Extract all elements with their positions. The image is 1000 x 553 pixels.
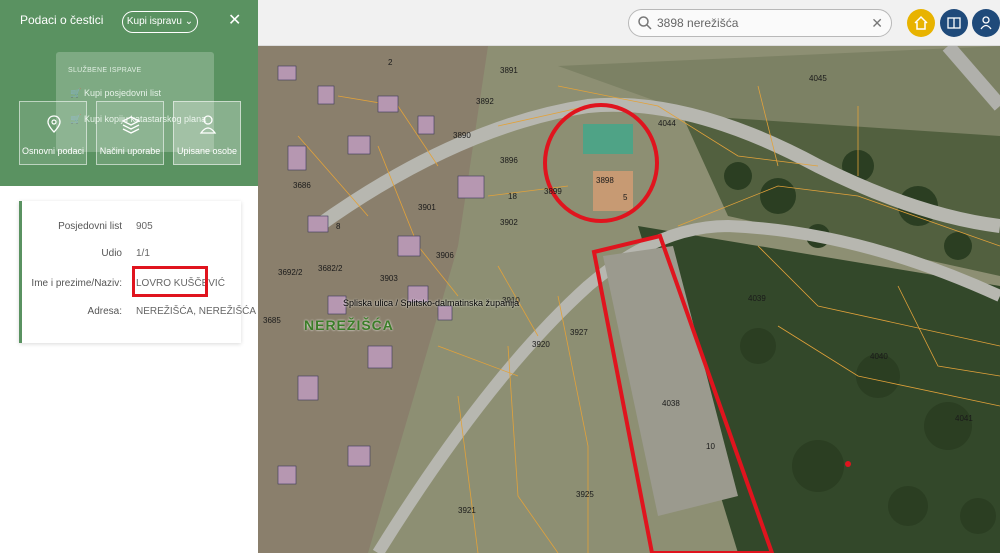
info-key: Ime i prezime/Naziv:: [31, 278, 122, 289]
plot-label[interactable]: 3901: [418, 203, 436, 212]
plot-label[interactable]: 3899: [544, 187, 562, 196]
person-icon: [199, 115, 217, 134]
owner-name-highlight: [132, 266, 208, 297]
plot-label[interactable]: 4039: [748, 294, 766, 303]
cart-icon: 🛒: [70, 88, 82, 98]
plot-label[interactable]: 3686: [293, 181, 311, 190]
book-button[interactable]: [940, 9, 968, 37]
plot-label[interactable]: 3692/2: [278, 268, 302, 277]
book-icon: [947, 17, 961, 29]
info-value: 905: [136, 221, 153, 232]
search-bar[interactable]: ✕: [628, 9, 892, 37]
plot-label[interactable]: 4038: [662, 399, 680, 408]
tab-basic-data[interactable]: Osnovni podaci: [19, 101, 87, 165]
tab-usage-types[interactable]: Načini uporabe: [96, 101, 164, 165]
tile-label: Osnovni podaci: [21, 146, 85, 156]
plot-label[interactable]: 3896: [500, 156, 518, 165]
street-label: Spliska ulica / Splitsko-dalmatinska žup…: [343, 298, 520, 308]
plot-label[interactable]: 2: [388, 58, 392, 67]
clear-search-icon[interactable]: ✕: [871, 15, 883, 31]
plot-label[interactable]: 5: [623, 193, 627, 202]
search-icon: [638, 16, 652, 30]
chevron-down-icon: ⌄: [184, 16, 194, 27]
tab-registered-persons[interactable]: Upisane osobe: [173, 101, 241, 165]
plot-label[interactable]: 3903: [380, 274, 398, 283]
plot-label[interactable]: 3898: [596, 176, 614, 185]
plot-label[interactable]: 3682/2: [318, 264, 342, 273]
info-row: Posjedovni list 905: [22, 218, 244, 238]
buy-possession-sheet-item[interactable]: 🛒 Kupi posjedovni list: [70, 88, 161, 99]
panel-title: Podaci o čestici: [20, 13, 104, 27]
plot-label[interactable]: 18: [508, 192, 517, 201]
panel-header: Podaci o čestici Kupi ispravu ⌄ ✕ SLUŽBE…: [0, 0, 258, 186]
info-row: Udio 1/1: [22, 245, 244, 265]
info-row: Adresa: NEREŽIŠĆA, NEREŽIŠĆA: [22, 303, 257, 323]
plot-label[interactable]: 3906: [436, 251, 454, 260]
home-icon: [914, 15, 928, 30]
plot-label[interactable]: 10: [706, 442, 715, 451]
parcel-info-panel: Podaci o čestici Kupi ispravu ⌄ ✕ SLUŽBE…: [0, 0, 258, 553]
place-name-label: NEREŽIŠĆA: [304, 317, 394, 333]
close-icon[interactable]: ✕: [228, 10, 241, 30]
plot-label[interactable]: 4044: [658, 119, 676, 128]
buy-document-button[interactable]: Kupi ispravu ⌄: [122, 11, 198, 33]
plot-label[interactable]: 4045: [809, 74, 827, 83]
tile-label: Načini uporabe: [99, 146, 161, 156]
plot-label[interactable]: 4041: [955, 414, 973, 423]
info-value: NEREŽIŠĆA, NEREŽIŠĆA: [136, 306, 257, 317]
plot-label[interactable]: 3890: [453, 131, 471, 140]
buy-document-label: Kupi ispravu: [126, 16, 182, 27]
dropdown-heading: SLUŽBENE ISPRAVE: [68, 67, 142, 74]
dropdown-item-label: Kupi posjedovni list: [84, 88, 162, 98]
user-button[interactable]: [972, 9, 1000, 37]
user-icon: [980, 16, 992, 30]
plot-label[interactable]: 3685: [263, 316, 281, 325]
map-pin-icon: [47, 115, 61, 133]
plot-label[interactable]: 4040: [870, 352, 888, 361]
plot-label[interactable]: 3891: [500, 66, 518, 75]
plot-label[interactable]: 3925: [576, 490, 594, 499]
plot-label[interactable]: 3892: [476, 97, 494, 106]
layers-icon: [121, 116, 141, 134]
search-input[interactable]: [657, 13, 867, 33]
plot-label[interactable]: 3927: [570, 328, 588, 337]
plot-label[interactable]: 3920: [532, 340, 550, 349]
info-key: Udio: [101, 248, 122, 259]
plot-label[interactable]: 3902: [500, 218, 518, 227]
top-bar: ✕: [258, 0, 1000, 46]
plot-label[interactable]: 3921: [458, 506, 476, 515]
info-value: 1/1: [136, 248, 150, 259]
info-key: Adresa:: [87, 306, 122, 317]
cadastral-map[interactable]: 3898 5 4044 4045 3899 4039 4040 4041 403…: [258, 46, 1000, 553]
plot-label[interactable]: 8: [336, 222, 340, 231]
info-key: Posjedovni list: [58, 221, 122, 232]
home-button[interactable]: [907, 9, 935, 37]
tile-label: Upisane osobe: [176, 146, 238, 156]
